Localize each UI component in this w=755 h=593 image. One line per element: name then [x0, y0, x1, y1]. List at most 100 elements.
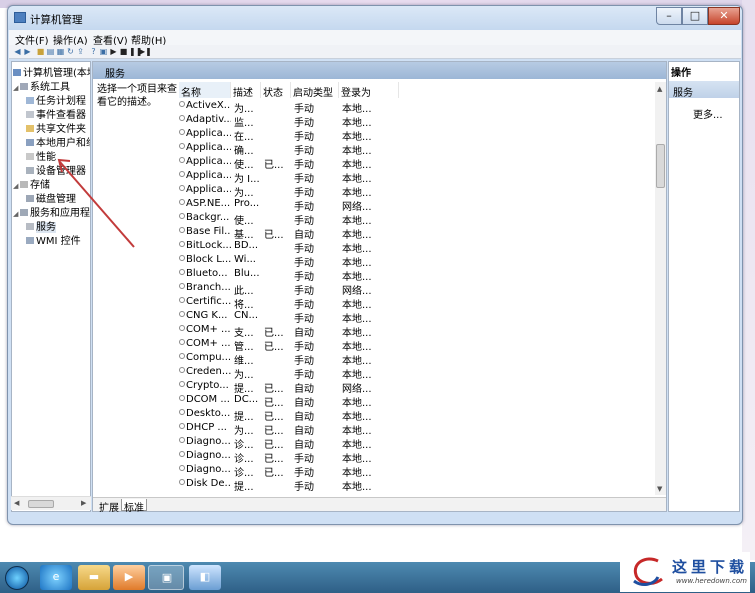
maximize-button[interactable]: □: [682, 7, 708, 25]
table-row[interactable]: Diagno... 诊... 已... 手动 本地...: [179, 463, 653, 479]
tree-system-tools[interactable]: ◢ 系统工具: [13, 78, 70, 93]
column-status[interactable]: 状态: [261, 82, 291, 99]
tab-standard[interactable]: 标准: [121, 499, 147, 514]
taskbar-ie[interactable]: e: [40, 565, 72, 590]
table-row[interactable]: DHCP ... 为... 已... 自动 本地...: [179, 421, 653, 437]
cell-name: Block L...: [179, 254, 231, 265]
table-row[interactable]: ASP.NE... Pro... 手动 网络...: [179, 197, 653, 213]
restart-service-icon[interactable]: ▶❚: [139, 48, 152, 56]
stop-service-icon[interactable]: ■: [119, 48, 128, 56]
description-pane: 选择一个项目来查 看它的描述。: [93, 82, 179, 112]
storage-icon: [20, 181, 28, 188]
cell-name: Diagno...: [179, 464, 231, 475]
tree-root[interactable]: 计算机管理(本地: [13, 64, 90, 79]
services-vertical-scrollbar[interactable]: ▲ ▼: [655, 82, 666, 495]
scroll-left-icon[interactable]: ◀: [14, 499, 19, 507]
table-row[interactable]: Applica... 确... 手动 本地...: [179, 141, 653, 157]
scroll-up-icon[interactable]: ▲: [657, 85, 662, 93]
collapse-icon: ◢: [13, 182, 19, 190]
tree-device-manager[interactable]: 设备管理器: [26, 162, 86, 177]
table-row[interactable]: ActiveX... 为... 手动 本地...: [179, 99, 653, 115]
table-row[interactable]: DCOM ... DC... 已... 自动 本地...: [179, 393, 653, 409]
table-row[interactable]: Base Fil... 基... 已... 自动 本地...: [179, 225, 653, 241]
tree-wmi[interactable]: WMI 控件: [26, 232, 81, 247]
tree-disk-management[interactable]: 磁盘管理: [26, 190, 76, 205]
tab-extended[interactable]: 扩展: [97, 499, 121, 514]
scroll-right-icon[interactable]: ▶: [81, 499, 86, 507]
tree-storage[interactable]: ◢ 存储: [13, 176, 50, 191]
services-scroll-thumb[interactable]: [656, 144, 665, 188]
table-row[interactable]: Applica... 使... 已... 手动 本地...: [179, 155, 653, 171]
table-row[interactable]: COM+ ... 管... 已... 手动 本地...: [179, 337, 653, 353]
tree-services[interactable]: 服务: [26, 218, 56, 233]
forward-icon[interactable]: ▶: [23, 48, 32, 56]
table-row[interactable]: COM+ ... 支... 已... 自动 本地...: [179, 323, 653, 339]
tree-local-users[interactable]: 本地用户和组: [26, 134, 90, 149]
table-row[interactable]: Certific... 将... 手动 本地...: [179, 295, 653, 311]
tree-task-scheduler[interactable]: 任务计划程: [26, 92, 86, 107]
cell-name: Applica...: [179, 128, 231, 139]
tree-services-apps[interactable]: ◢ 服务和应用程: [13, 204, 90, 219]
table-row[interactable]: Applica... 为... 手动 本地...: [179, 183, 653, 199]
cell-name: BitLock...: [179, 240, 231, 251]
service-gear-icon: [179, 255, 185, 261]
minimize-button[interactable]: –: [656, 7, 682, 25]
table-row[interactable]: Block L... Wi... 手动 本地...: [179, 253, 653, 269]
tree-performance[interactable]: 性能: [26, 148, 56, 163]
cell-name: COM+ ...: [179, 338, 231, 349]
taskbar-media-player[interactable]: ▶: [113, 565, 145, 590]
actions-section-services[interactable]: 服务: [669, 81, 739, 99]
export-list-icon[interactable]: ⇪: [76, 48, 85, 56]
back-icon[interactable]: ◀: [13, 48, 22, 56]
table-row[interactable]: BitLock... BD... 手动 本地...: [179, 239, 653, 255]
table-row[interactable]: CNG K... CN... 手动 本地...: [179, 309, 653, 325]
table-row[interactable]: Compu... 维... 手动 本地...: [179, 351, 653, 367]
show-hide-tree-icon[interactable]: ▤: [46, 48, 55, 56]
description-line-2: 看它的描述。: [97, 97, 157, 108]
tree-shared-folders[interactable]: 共享文件夹: [26, 120, 86, 135]
taskbar-computer-management[interactable]: ▣: [148, 565, 184, 590]
computer-icon: [13, 69, 21, 76]
title-bar[interactable]: 计算机管理 – □ ✕: [8, 6, 742, 30]
close-button[interactable]: ✕: [708, 7, 740, 25]
column-name[interactable]: 名称: [179, 82, 231, 99]
service-name: Diagno...: [186, 464, 231, 475]
tree-scroll-thumb[interactable]: [28, 500, 54, 508]
service-name: COM+ ...: [186, 324, 231, 335]
table-row[interactable]: Applica... 为 I... 手动 本地...: [179, 169, 653, 185]
pause-service-icon[interactable]: ❚❚: [129, 48, 142, 56]
more-actions-link[interactable]: 更多...: [693, 106, 723, 121]
properties-icon[interactable]: ▦: [56, 48, 65, 56]
table-row[interactable]: Backgr... 使... 手动 本地...: [179, 211, 653, 227]
taskbar-explorer[interactable]: ▬: [78, 565, 110, 590]
table-row[interactable]: Disk De... 提... 手动 本地...: [179, 477, 653, 492]
table-row[interactable]: Creden... 为... 手动 本地...: [179, 365, 653, 381]
cell-desc: 提...: [234, 482, 254, 492]
table-row[interactable]: Blueto... Blu... 手动 本地...: [179, 267, 653, 283]
tree-horizontal-scrollbar[interactable]: ◀ ▶: [11, 496, 91, 510]
table-row[interactable]: Diagno... 诊... 已... 手动 本地...: [179, 449, 653, 465]
table-row[interactable]: Diagno... 诊... 已... 自动 本地...: [179, 435, 653, 451]
start-button[interactable]: [5, 566, 29, 590]
folder-up-icon[interactable]: ■: [36, 48, 45, 56]
scroll-down-icon[interactable]: ▼: [657, 485, 662, 493]
service-gear-icon: [179, 157, 185, 163]
refresh-icon[interactable]: ↻: [66, 48, 75, 56]
view-icon[interactable]: ▣: [99, 48, 108, 56]
column-description[interactable]: 描述: [231, 82, 261, 99]
service-name: Diagno...: [186, 436, 231, 447]
service-gear-icon: [179, 465, 185, 471]
table-row[interactable]: Deskto... 提... 已... 自动 本地...: [179, 407, 653, 423]
table-row[interactable]: Branch... 此... 手动 网络...: [179, 281, 653, 297]
table-row[interactable]: Applica... 在... 手动 本地...: [179, 127, 653, 143]
column-startup-type[interactable]: 启动类型: [291, 82, 339, 99]
table-row[interactable]: Crypto... 提... 已... 自动 网络...: [179, 379, 653, 395]
help-icon[interactable]: ?: [89, 48, 98, 56]
table-row[interactable]: Adaptiv... 监... 手动 本地...: [179, 113, 653, 129]
service-gear-icon: [179, 325, 185, 331]
taskbar-network[interactable]: ◧: [189, 565, 221, 590]
tree-event-viewer[interactable]: 事件查看器: [26, 106, 86, 121]
cell-name: DCOM ...: [179, 394, 231, 405]
column-log-on-as[interactable]: 登录为: [339, 82, 399, 99]
start-service-icon[interactable]: ▶: [109, 48, 118, 56]
